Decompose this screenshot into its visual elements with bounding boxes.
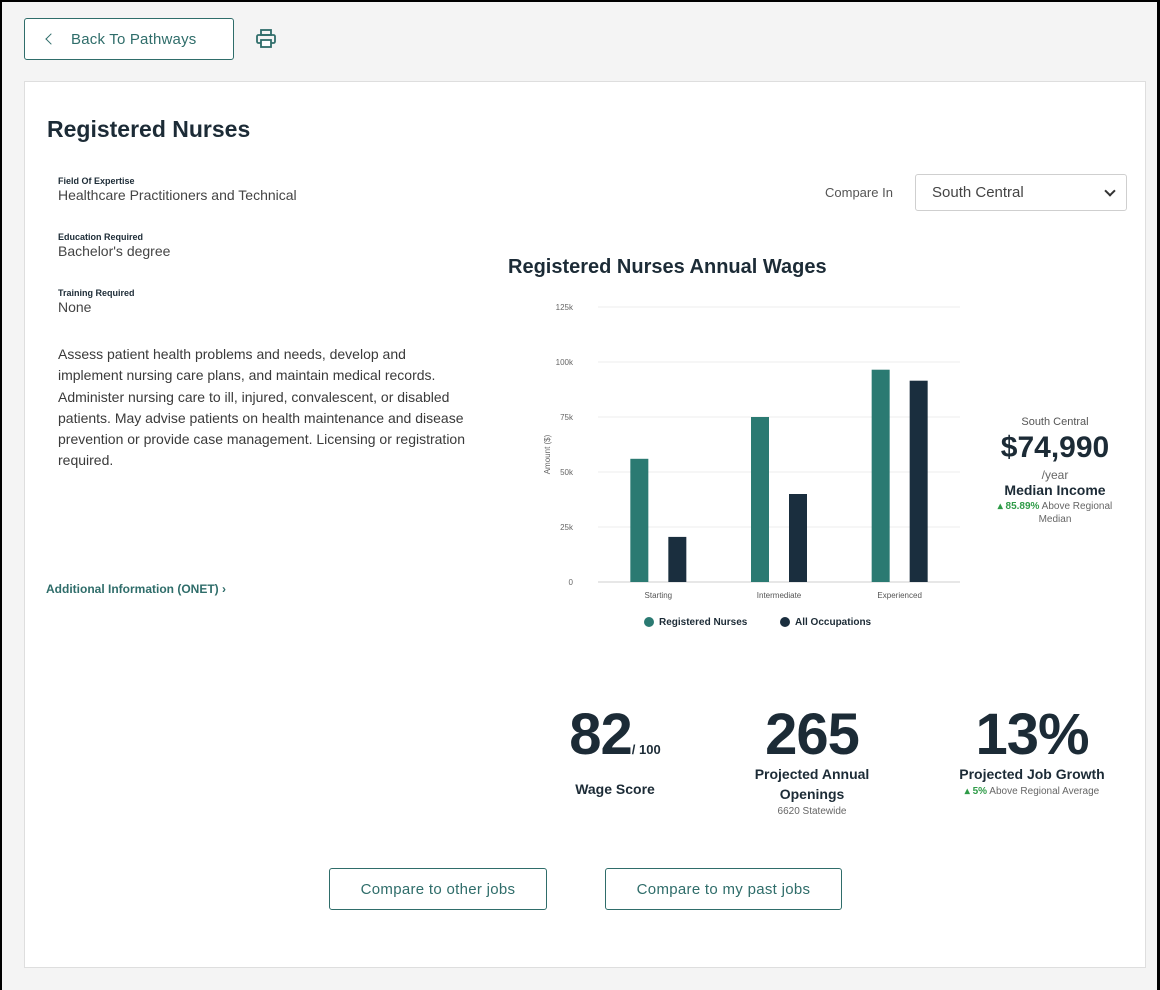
openings-stat: 265 Projected Annual Openings 6620 State…: [737, 702, 887, 818]
wage-chart: 0 25k 50k 75k 100k 125k Amount ($) Starting Inte…: [543, 303, 960, 628]
y-tick-label: 75k: [560, 413, 574, 422]
onet-info-link[interactable]: Additional Information (ONET) ›: [46, 582, 226, 596]
job-growth-value: 13%: [975, 702, 1089, 767]
x-tick-label: Experienced: [877, 591, 921, 600]
y-tick-label: 125k: [556, 303, 574, 312]
legend-marker: [644, 617, 654, 627]
median-comparison: ▴ 85.89% Above Regional Median: [985, 500, 1125, 526]
wage-score-label: Wage Score: [575, 781, 655, 797]
field-value: Bachelor's degree: [58, 243, 171, 259]
y-tick-label: 100k: [556, 358, 574, 367]
compare-in-label: Compare In: [825, 185, 893, 200]
openings-label: Projected Annual Openings: [754, 766, 870, 802]
median-region: South Central: [1021, 416, 1089, 428]
bar-all-occupations: [909, 380, 928, 582]
job-growth-pct: 5%: [972, 786, 988, 797]
bar-registered-nurses: [630, 458, 649, 582]
x-tick-label: Intermediate: [757, 591, 802, 600]
back-button-label: Back To Pathways: [71, 30, 197, 48]
bar-registered-nurses: [871, 369, 890, 582]
x-tick-label: Starting: [645, 591, 673, 600]
bar-all-occupations: [789, 494, 807, 582]
compare-other-jobs-button[interactable]: Compare to other jobs: [329, 868, 547, 910]
y-tick-label: 25k: [560, 523, 574, 532]
region-select[interactable]: South Central: [915, 174, 1127, 211]
legend-marker: [780, 617, 790, 627]
median-label: Median Income: [1004, 482, 1106, 498]
up-arrow-icon: ▴: [964, 786, 970, 797]
median-pct: 85.89%: [1005, 501, 1040, 512]
wage-score-value: 82: [569, 702, 633, 767]
education-required: Education Required Bachelor's degree: [58, 232, 170, 259]
y-axis-label: Amount ($): [543, 434, 552, 474]
job-growth-stat: 13% Projected Job Growth ▴ 5% Above Regi…: [937, 702, 1127, 798]
field-value: Healthcare Practitioners and Technical: [58, 187, 297, 203]
top-toolbar: Back To Pathways: [24, 18, 278, 60]
legend-label: Registered Nurses: [659, 617, 748, 628]
median-amount: $74,990: [1000, 431, 1110, 464]
bar-registered-nurses: [751, 417, 769, 582]
chevron-down-icon: [1104, 185, 1116, 197]
training-required: Training Required None: [58, 288, 135, 315]
up-arrow-icon: ▴: [997, 501, 1003, 512]
field-value: None: [58, 299, 92, 315]
field-label: Training Required: [58, 288, 135, 298]
wage-score-suffix: / 100: [631, 742, 661, 757]
region-select-value: South Central: [932, 184, 1024, 201]
chevron-left-icon: [45, 33, 57, 45]
chart-title: Registered Nurses Annual Wages: [508, 256, 827, 278]
median-income-panel: South Central $74,990 /year Median Incom…: [985, 416, 1125, 526]
back-to-pathways-button[interactable]: Back To Pathways: [24, 18, 234, 60]
median-comparison-text: Above Regional Median: [1038, 501, 1113, 525]
median-period: /year: [1041, 468, 1069, 482]
legend-label: All Occupations: [795, 617, 872, 628]
wage-score-stat: 82/ 100 Wage Score: [525, 706, 705, 799]
job-growth-label: Projected Job Growth: [959, 766, 1105, 782]
job-description: Assess patient health problems and needs…: [58, 346, 466, 469]
compare-past-jobs-button[interactable]: Compare to my past jobs: [605, 868, 842, 910]
job-growth-comparison: ▴ 5% Above Regional Average: [937, 786, 1127, 797]
job-detail-card: Registered Nurses Field Of Expertise Hea…: [24, 81, 1146, 968]
job-title: Registered Nurses: [47, 116, 251, 142]
y-tick-label: 0: [569, 578, 574, 587]
openings-value: 265: [765, 702, 860, 767]
print-icon[interactable]: [254, 27, 278, 51]
field-of-expertise: Field Of Expertise Healthcare Practition…: [58, 176, 297, 203]
bar-all-occupations: [668, 536, 687, 582]
openings-statewide: 6620 Statewide: [777, 806, 847, 817]
job-growth-comparison-text: Above Regional Average: [989, 786, 1100, 797]
field-label: Education Required: [58, 232, 144, 242]
y-tick-label: 50k: [560, 468, 574, 477]
field-label: Field Of Expertise: [58, 176, 135, 186]
